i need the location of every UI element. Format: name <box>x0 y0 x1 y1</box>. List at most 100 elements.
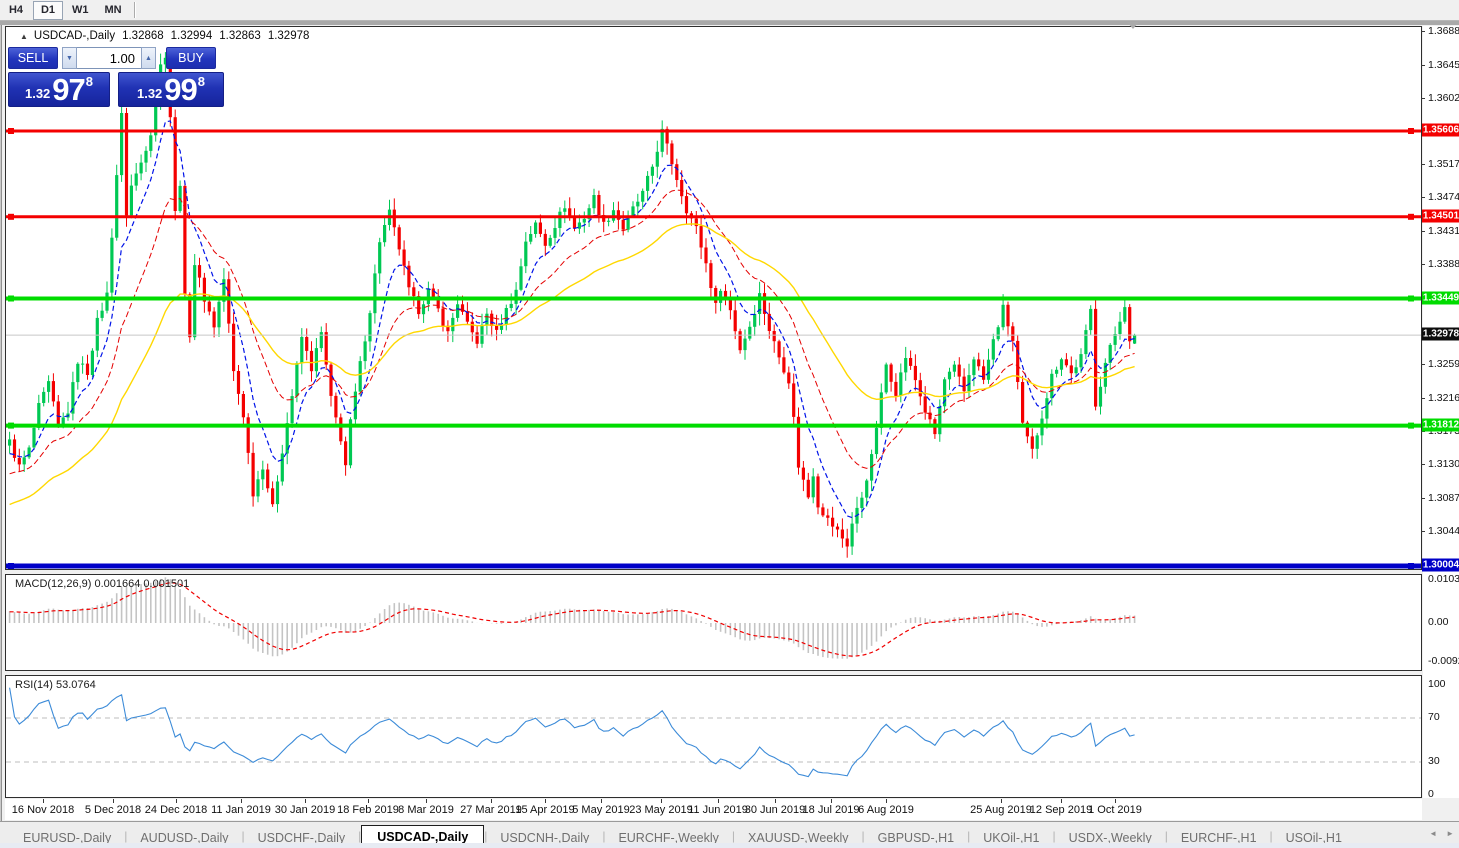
x-tick <box>176 799 177 803</box>
date-label: 12 Sep 2019 <box>1030 804 1092 816</box>
x-tick <box>491 799 492 803</box>
timeframe-button-mn[interactable]: MN <box>98 1 129 20</box>
date-label: 11 Jun 2019 <box>688 804 748 816</box>
y-tick <box>1421 164 1425 165</box>
date-label: 30 Jun 2019 <box>745 804 806 816</box>
date-label: 25 Aug 2019 <box>970 804 1032 816</box>
price-axis[interactable]: 1.368801.364501.360201.351701.347401.343… <box>1423 26 1459 798</box>
timeframe-toolbar: H4D1W1MN <box>0 0 1459 21</box>
rsi-label: RSI(14) 53.0764 <box>15 679 96 691</box>
y-tick-label: 1.36880 <box>1428 25 1459 37</box>
date-label: 18 Feb 2019 <box>337 804 399 816</box>
ma-8-line <box>10 121 1135 518</box>
sell-price-pipette: 8 <box>86 74 93 89</box>
x-tick <box>1001 799 1002 803</box>
price-tag-current: 1.32978 <box>1422 328 1459 341</box>
y-tick-label: 1.34310 <box>1428 225 1459 237</box>
x-tick <box>1115 799 1116 803</box>
ohlc-low: 1.32863 <box>219 30 261 42</box>
volume-input[interactable]: 1.00 <box>77 47 141 69</box>
rsi-indicator-panel[interactable]: RSI(14) 53.0764 <box>5 675 1422 798</box>
rsi-plot[interactable] <box>6 676 1421 797</box>
x-tick <box>775 799 776 803</box>
y-tick <box>1421 98 1425 99</box>
symbol-period-label: USDCAD-,Daily <box>34 30 115 42</box>
tab-scroll-left-icon[interactable]: ◄ <box>1429 829 1437 838</box>
timeframe-button-w1[interactable]: W1 <box>65 1 96 20</box>
date-label: 5 Dec 2018 <box>85 804 141 816</box>
indicator-axis-label: 0.00 <box>1428 616 1448 628</box>
price-tag-resistance-1: 1.35606 <box>1422 124 1459 137</box>
x-tick <box>886 799 887 803</box>
ohlc-high: 1.32994 <box>171 30 213 42</box>
y-tick <box>1421 231 1425 232</box>
timeframe-button-h4[interactable]: H4 <box>1 1 31 20</box>
x-tick <box>305 799 306 803</box>
date-label: 8 Mar 2019 <box>398 804 454 816</box>
y-tick-label: 1.34740 <box>1428 191 1459 203</box>
price-tag-support-1: 1.33449 <box>1422 291 1459 304</box>
buy-price-prefix: 1.32 <box>137 86 162 101</box>
indicator-axis-label: -0.00920 <box>1428 655 1459 667</box>
x-tick <box>831 799 832 803</box>
y-tick-label: 1.30440 <box>1428 525 1459 537</box>
sell-price-big: 97 <box>52 77 84 103</box>
y-tick-label: 1.30870 <box>1428 492 1459 504</box>
window-bottom-edge <box>0 843 1459 848</box>
rsi-line <box>10 688 1135 777</box>
indicator-axis-label: 0 <box>1428 788 1434 800</box>
buy-button[interactable]: BUY <box>166 47 216 69</box>
date-label: 24 Dec 2018 <box>145 804 207 816</box>
price-tag-resistance-2: 1.34501 <box>1422 209 1459 222</box>
macd-indicator-panel[interactable]: MACD(12,26,9) 0.001664 0.001501 <box>5 574 1422 671</box>
volume-increase-button[interactable]: ▲ <box>141 47 156 69</box>
volume-stepper: ▼ 1.00 ▲ <box>62 47 156 69</box>
buy-price-pipette: 8 <box>198 74 205 89</box>
x-tick <box>661 799 662 803</box>
chart-ohlc-header: ▲ USDCAD-,Daily 1.32868 1.32994 1.32863 … <box>20 30 309 42</box>
y-tick-label: 1.33880 <box>1428 258 1459 270</box>
window-top-edge <box>0 21 1459 25</box>
x-tick <box>368 799 369 803</box>
ohlc-open: 1.32868 <box>122 30 164 42</box>
buy-price-display[interactable]: 1.32 99 8 <box>118 72 224 107</box>
time-axis[interactable]: 16 Nov 20185 Dec 201824 Dec 201811 Jan 2… <box>5 799 1422 820</box>
toolbar-separator <box>134 2 136 18</box>
y-tick-label: 1.31300 <box>1428 458 1459 470</box>
macd-histogram[interactable] <box>6 575 1421 670</box>
timeframe-button-d1[interactable]: D1 <box>33 1 63 20</box>
ma-20-line <box>10 190 1135 474</box>
date-label: 23 May 2019 <box>629 804 693 816</box>
date-label: 18 Jul 2019 <box>803 804 860 816</box>
macd-signal-line <box>10 583 1135 656</box>
volume-decrease-button[interactable]: ▼ <box>62 47 77 69</box>
price-chart-panel[interactable] <box>5 26 1422 570</box>
collapse-triangle-icon[interactable]: ▲ <box>20 32 28 41</box>
y-tick-label: 1.36020 <box>1428 92 1459 104</box>
y-tick <box>1421 464 1425 465</box>
tab-scroll-right-icon[interactable]: ► <box>1446 829 1454 838</box>
x-tick <box>241 799 242 803</box>
candlestick-chart[interactable] <box>6 27 1421 569</box>
y-tick <box>1421 531 1425 532</box>
y-tick <box>1421 364 1425 365</box>
y-tick <box>1421 31 1425 32</box>
window-left-edge <box>0 25 2 848</box>
y-tick-label: 1.36450 <box>1428 59 1459 71</box>
date-label: 15 Apr 2019 <box>515 804 574 816</box>
buy-price-big: 99 <box>164 77 196 103</box>
price-tag-support-2: 1.31812 <box>1422 418 1459 431</box>
macd-label: MACD(12,26,9) 0.001664 0.001501 <box>15 578 189 590</box>
price-tag-key-level: 1.30004 <box>1422 559 1459 572</box>
date-label: 11 Jan 2019 <box>211 804 271 816</box>
y-tick <box>1421 498 1425 499</box>
x-tick <box>718 799 719 803</box>
x-tick <box>113 799 114 803</box>
indicator-axis-label: 30 <box>1428 755 1440 767</box>
sell-button[interactable]: SELL <box>8 47 58 69</box>
date-label: 30 Jan 2019 <box>275 804 336 816</box>
sell-price-display[interactable]: 1.32 97 8 <box>8 72 110 107</box>
x-tick <box>545 799 546 803</box>
date-label: 5 May 2019 <box>572 804 629 816</box>
chart-autoscroll-marker-icon[interactable] <box>1127 22 1139 29</box>
